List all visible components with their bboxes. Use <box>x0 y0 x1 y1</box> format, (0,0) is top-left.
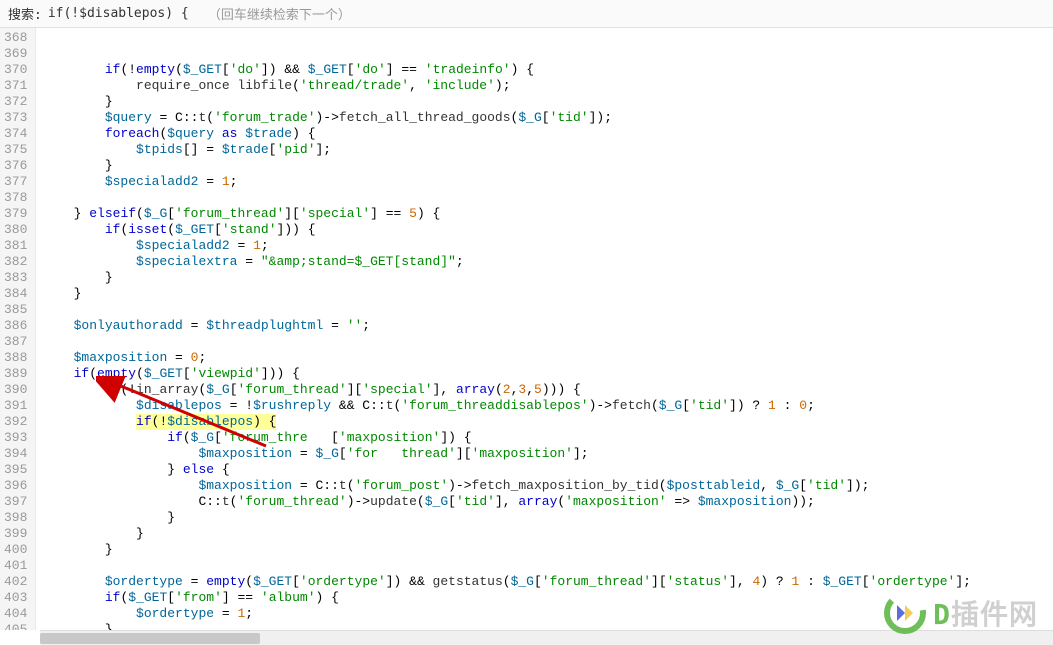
code-line[interactable]: $maxposition = $_G['for thread']['maxpos… <box>42 446 1053 462</box>
code-line[interactable] <box>42 190 1053 206</box>
code-line[interactable]: } <box>42 270 1053 286</box>
code-line[interactable]: $query = C::t('forum_trade')->fetch_all_… <box>42 110 1053 126</box>
line-number: 385 <box>4 302 27 318</box>
code-line[interactable]: $specialadd2 = 1; <box>42 238 1053 254</box>
code-line[interactable]: $onlyauthoradd = $threadplughtml = ''; <box>42 318 1053 334</box>
search-label: 搜索: <box>8 4 42 23</box>
code-line[interactable]: C::t('forum_thread')->update($_G['tid'],… <box>42 494 1053 510</box>
search-hint: （回车继续检索下一个） <box>208 4 351 23</box>
code-line[interactable]: foreach($query as $trade) { <box>42 126 1053 142</box>
code-line[interactable]: $maxposition = C::t('forum_post')->fetch… <box>42 478 1053 494</box>
code-line[interactable]: if(isset($_GET['stand'])) { <box>42 222 1053 238</box>
line-number: 378 <box>4 190 27 206</box>
search-match-highlight: if(!$disablepos) { <box>136 414 276 430</box>
code-line[interactable]: $specialextra = "&amp;stand=$_GET[stand]… <box>42 254 1053 270</box>
line-number: 401 <box>4 558 27 574</box>
code-line[interactable]: $tpids[] = $trade['pid']; <box>42 142 1053 158</box>
code-line[interactable]: $maxposition = 0; <box>42 350 1053 366</box>
code-line[interactable]: $ordertype = empty($_GET['ordertype']) &… <box>42 574 1053 590</box>
line-number: 380 <box>4 222 27 238</box>
line-number: 391 <box>4 398 27 414</box>
line-number: 400 <box>4 542 27 558</box>
line-number: 384 <box>4 286 27 302</box>
line-number: 368 <box>4 30 27 46</box>
code-line[interactable]: if(!empty($_GET['do']) && $_GET['do'] ==… <box>42 62 1053 78</box>
line-number: 369 <box>4 46 27 62</box>
line-number: 387 <box>4 334 27 350</box>
scrollbar-thumb[interactable] <box>40 633 260 644</box>
line-number: 396 <box>4 478 27 494</box>
code-line[interactable]: } <box>42 526 1053 542</box>
code-line[interactable]: } <box>42 286 1053 302</box>
code-line[interactable]: } <box>42 510 1053 526</box>
code-line[interactable]: } else { <box>42 462 1053 478</box>
line-number: 390 <box>4 382 27 398</box>
watermark: D插件网 <box>883 591 1038 635</box>
line-number: 370 <box>4 62 27 78</box>
line-number: 381 <box>4 238 27 254</box>
code-line[interactable]: if(empty($_GET['viewpid'])) { <box>42 366 1053 382</box>
code-line[interactable]: $disablepos = !$rushreply && C::t('forum… <box>42 398 1053 414</box>
line-number: 403 <box>4 590 27 606</box>
line-number: 382 <box>4 254 27 270</box>
line-number: 398 <box>4 510 27 526</box>
code-content[interactable]: if(!empty($_GET['do']) && $_GET['do'] ==… <box>36 28 1053 630</box>
line-number: 395 <box>4 462 27 478</box>
search-bar: 搜索: （回车继续检索下一个） <box>0 0 1053 28</box>
watermark-text: D插件网 <box>933 593 1038 633</box>
line-number: 399 <box>4 526 27 542</box>
watermark-icon <box>883 591 927 635</box>
search-input[interactable] <box>48 6 198 21</box>
line-number: 405 <box>4 622 27 630</box>
code-line[interactable] <box>42 302 1053 318</box>
code-line[interactable]: } <box>42 542 1053 558</box>
line-number: 371 <box>4 78 27 94</box>
line-number: 388 <box>4 350 27 366</box>
line-number: 392 <box>4 414 27 430</box>
code-line[interactable]: if(!in_array($_G['forum_thread']['specia… <box>42 382 1053 398</box>
line-number: 374 <box>4 126 27 142</box>
code-line[interactable]: if(!$disablepos) { <box>42 414 1053 430</box>
code-line[interactable]: } elseif($_G['forum_thread']['special'] … <box>42 206 1053 222</box>
line-number: 379 <box>4 206 27 222</box>
line-number: 389 <box>4 366 27 382</box>
code-line[interactable]: if($_G['forum_thre ['maxposition']) { <box>42 430 1053 446</box>
line-number: 383 <box>4 270 27 286</box>
code-editor[interactable]: 3683693703713723733743753763773783793803… <box>0 28 1053 630</box>
code-line[interactable]: } <box>42 94 1053 110</box>
line-number: 373 <box>4 110 27 126</box>
line-number: 394 <box>4 446 27 462</box>
code-line[interactable]: $specialadd2 = 1; <box>42 174 1053 190</box>
code-line[interactable]: } <box>42 158 1053 174</box>
line-number-gutter: 3683693703713723733743753763773783793803… <box>0 28 36 630</box>
code-line[interactable] <box>42 558 1053 574</box>
line-number: 397 <box>4 494 27 510</box>
code-line[interactable]: require_once libfile('thread/trade', 'in… <box>42 78 1053 94</box>
line-number: 377 <box>4 174 27 190</box>
line-number: 393 <box>4 430 27 446</box>
line-number: 372 <box>4 94 27 110</box>
code-line[interactable] <box>42 334 1053 350</box>
line-number: 402 <box>4 574 27 590</box>
line-number: 404 <box>4 606 27 622</box>
line-number: 386 <box>4 318 27 334</box>
line-number: 375 <box>4 142 27 158</box>
line-number: 376 <box>4 158 27 174</box>
